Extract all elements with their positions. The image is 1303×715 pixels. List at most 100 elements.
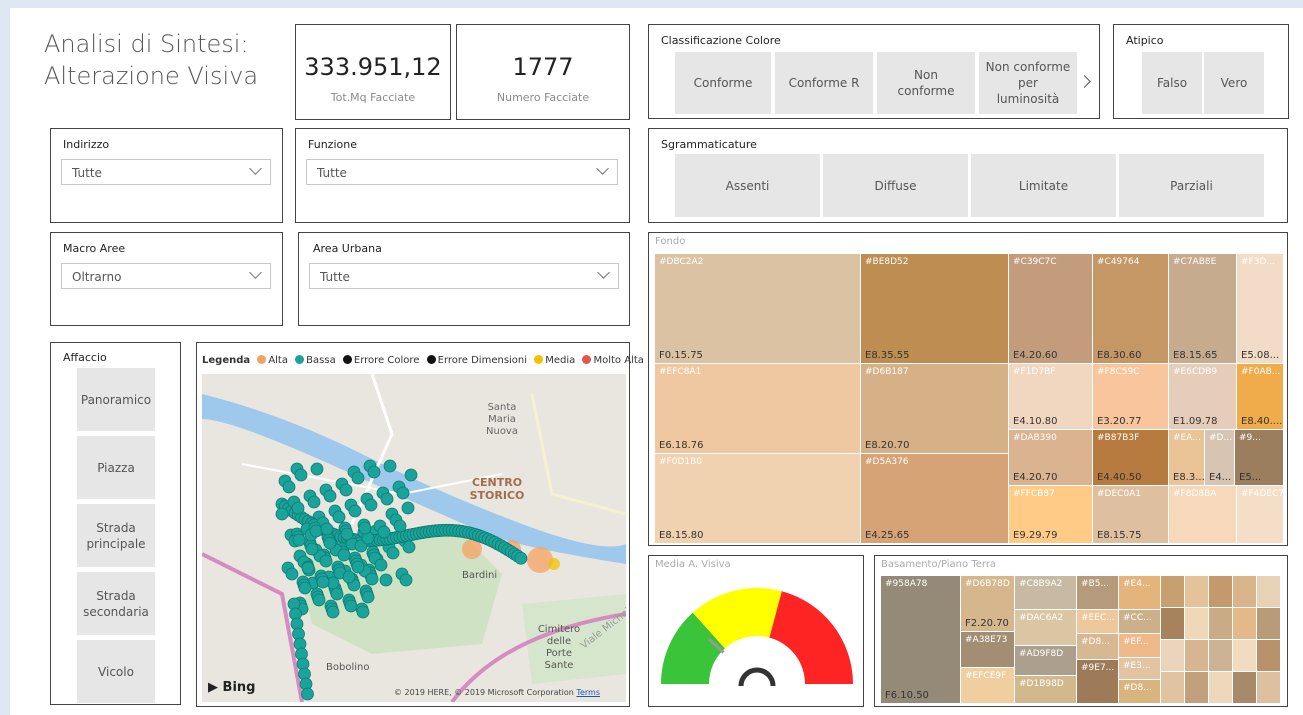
treemap-cell[interactable]	[1209, 640, 1232, 671]
treemap-cell[interactable]	[1185, 672, 1208, 703]
map-marker[interactable]	[356, 605, 370, 619]
legend-item[interactable]: Media	[545, 355, 575, 366]
indirizzo-dropdown[interactable]: Tutte	[61, 159, 271, 185]
map-marker[interactable]	[374, 558, 388, 572]
treemap-cell[interactable]: #F8D8BA	[1169, 486, 1236, 543]
map-marker[interactable]	[316, 575, 330, 589]
funzione-dropdown[interactable]: Tutte	[306, 159, 618, 185]
treemap-cell[interactable]: #9E7...	[1077, 660, 1118, 703]
treemap-cell[interactable]	[1161, 672, 1184, 703]
map-marker[interactable]	[514, 551, 528, 565]
treemap-cell[interactable]	[1233, 672, 1256, 703]
map-marker[interactable]	[379, 573, 393, 587]
tile-vero[interactable]: Vero	[1204, 52, 1264, 114]
map-marker[interactable]	[351, 560, 365, 574]
treemap-cell[interactable]: #DBC2A2 F0.15.75	[655, 254, 860, 363]
tile-assenti[interactable]: Assenti	[675, 154, 820, 217]
treemap-cell[interactable]: #C49764 E8.30.60	[1093, 254, 1168, 363]
treemap-cell[interactable]: #958A78 F6.10.50	[881, 576, 960, 703]
map-marker[interactable]	[309, 524, 323, 538]
treemap-cell[interactable]: #DAB390 E4.20.70	[1009, 430, 1092, 485]
map-marker[interactable]	[396, 486, 410, 500]
tile-diffuse[interactable]: Diffuse	[823, 154, 968, 217]
treemap-cell[interactable]: #EF...	[1119, 634, 1160, 657]
map-marker[interactable]	[348, 504, 362, 518]
legend-item[interactable]: Bassa	[306, 355, 336, 366]
treemap-cell[interactable]	[1185, 576, 1208, 607]
treemap-cell[interactable]: #FFCB87 E9.29.79	[1009, 486, 1092, 543]
tile-piazza[interactable]: Piazza	[77, 436, 155, 499]
map-marker[interactable]	[312, 593, 326, 607]
treemap-cell[interactable]: #EEC...	[1077, 610, 1118, 633]
map-marker[interactable]	[402, 540, 416, 554]
map-marker[interactable]	[342, 570, 356, 584]
treemap-cell[interactable]: #E4...	[1119, 576, 1160, 609]
treemap-cell[interactable]	[1257, 672, 1280, 703]
treemap-cell[interactable]: #A38E73	[961, 632, 1014, 667]
map-marker[interactable]	[404, 468, 418, 482]
treemap-cell[interactable]	[1233, 576, 1256, 607]
treemap-cell[interactable]: #C8B9A2	[1015, 576, 1076, 609]
legend-item[interactable]: Molto Alta	[593, 355, 643, 366]
treemap-cell[interactable]: #DAC6A2	[1015, 610, 1076, 645]
treemap-cell[interactable]: #F8C59C E3.20.77	[1093, 364, 1168, 429]
treemap-cell[interactable]	[1209, 672, 1232, 703]
map-marker[interactable]	[361, 590, 375, 604]
terms-link[interactable]: Terms	[576, 688, 600, 697]
tile-conforme[interactable]: Conforme	[675, 52, 771, 114]
treemap-cell[interactable]: #B87B3F E4.40.50	[1093, 430, 1168, 485]
area-urbana-dropdown[interactable]: Tutte	[309, 263, 619, 289]
map-marker[interactable]	[344, 599, 358, 613]
map-marker[interactable]	[320, 522, 334, 536]
treemap-cell[interactable]: #F4DEC7	[1237, 486, 1283, 543]
treemap-cell[interactable]: #D8...	[1119, 680, 1160, 703]
treemap-cell[interactable]: #D8...	[1077, 634, 1118, 659]
tile-non-conforme-luminosita[interactable]: Non conforme per luminosità	[979, 52, 1077, 114]
map-marker[interactable]	[393, 519, 407, 533]
treemap-cell[interactable]	[1185, 608, 1208, 639]
treemap-cell[interactable]	[1161, 608, 1184, 639]
treemap-cell[interactable]: #EA... E8.3...	[1169, 430, 1204, 485]
chevron-right-icon[interactable]	[1078, 75, 1091, 88]
map-marker[interactable]	[367, 465, 381, 479]
map-marker[interactable]	[307, 495, 321, 509]
treemap-cell[interactable]: #EFCE9F	[961, 668, 1014, 703]
map-marker[interactable]	[330, 587, 344, 601]
map-marker[interactable]	[377, 525, 391, 539]
map-marker[interactable]	[340, 527, 354, 541]
map-marker[interactable]	[332, 510, 346, 524]
treemap-cell[interactable]: #F1D7BF E4.10.80	[1009, 364, 1092, 429]
treemap-cell[interactable]: #C39C7C E4.20.60	[1009, 254, 1092, 363]
map-marker[interactable]	[301, 561, 315, 575]
map-marker[interactable]	[292, 533, 306, 547]
treemap-cell[interactable]: #F0D1B0 E8.15.80	[655, 454, 860, 543]
map-canvas[interactable]: Santa Maria Nuova CENTRO STORICO Bardini…	[202, 374, 626, 702]
tile-parziali[interactable]: Parziali	[1119, 154, 1264, 217]
treemap-cell[interactable]: #EFC8A1 E6.18.76	[655, 364, 860, 453]
macro-aree-dropdown[interactable]: Oltrarno	[61, 263, 271, 289]
map-marker[interactable]	[351, 471, 365, 485]
map-marker[interactable]	[358, 521, 372, 535]
tile-panoramico[interactable]: Panoramico	[77, 368, 155, 431]
treemap-cell[interactable]: #E6CDB9 E1.09.78	[1169, 364, 1236, 429]
map-marker[interactable]	[365, 572, 379, 586]
tile-conforme-r[interactable]: Conforme R	[775, 52, 873, 114]
map-marker[interactable]	[339, 483, 353, 497]
treemap-cell[interactable]: #F0AB... E8.40....	[1237, 364, 1283, 429]
treemap-cell[interactable]	[1185, 640, 1208, 671]
treemap-cell[interactable]	[1257, 608, 1280, 639]
treemap-cell[interactable]: #F3D... E5.08...	[1237, 254, 1283, 363]
treemap-cell[interactable]: #D1B98D	[1015, 676, 1076, 703]
map-marker[interactable]	[380, 492, 394, 506]
map-marker[interactable]	[291, 501, 305, 515]
treemap-cell[interactable]: #AD9F8D	[1015, 646, 1076, 675]
treemap-cell[interactable]: #D... E4...	[1205, 430, 1234, 485]
treemap-cell[interactable]: #D5A376 E4.25.65	[861, 454, 1008, 543]
treemap-cell[interactable]	[1161, 576, 1184, 607]
tile-non-conforme[interactable]: Non conforme	[877, 52, 975, 114]
map-marker[interactable]	[305, 542, 319, 556]
tile-limitate[interactable]: Limitate	[971, 154, 1116, 217]
legend-item[interactable]: Errore Colore	[354, 355, 420, 366]
map-marker[interactable]	[298, 581, 312, 595]
map-marker[interactable]	[282, 480, 296, 494]
